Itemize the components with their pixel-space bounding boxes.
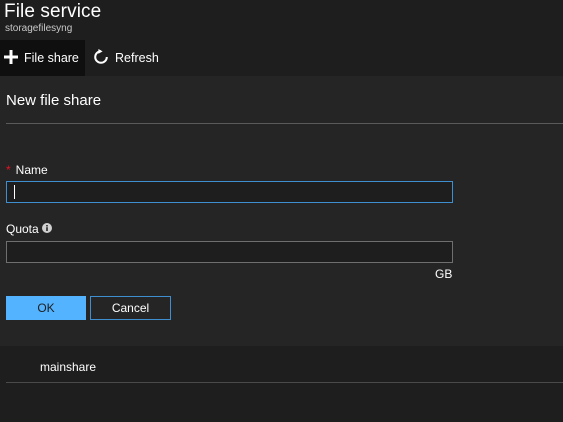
file-share-label: File share [24,51,79,65]
toolbar: File share Refresh [0,40,563,76]
quota-field-label: Quota [6,222,52,236]
info-icon[interactable] [41,222,52,236]
refresh-button[interactable]: Refresh [93,40,159,76]
dialog-title: New file share [6,92,102,109]
list-divider [6,382,563,383]
name-input[interactable] [6,181,453,203]
page-title: File service [4,1,102,22]
refresh-label: Refresh [115,51,159,65]
file-service-page: File service storagefilesyng File share … [0,0,563,422]
file-share-button[interactable]: File share [0,40,85,76]
name-field-label: * Name [6,163,48,177]
quota-input[interactable] [6,241,453,263]
dialog-divider [6,123,563,124]
text-caret [14,185,15,199]
page-subtitle: storagefilesyng [5,23,73,34]
header: File service storagefilesyng [0,0,563,40]
quota-unit: GB [435,267,453,281]
plus-icon [4,49,18,67]
refresh-icon [93,48,109,68]
name-label: Name [15,163,48,177]
cancel-button[interactable]: Cancel [90,296,171,320]
ok-button[interactable]: OK [6,296,86,320]
new-file-share-dialog: New file share * Name Quota GB OK Cancel [0,76,563,346]
required-marker: * [6,163,11,177]
file-share-name: mainshare [40,360,97,374]
quota-label: Quota [6,222,39,236]
list-item[interactable]: mainshare [0,348,563,384]
